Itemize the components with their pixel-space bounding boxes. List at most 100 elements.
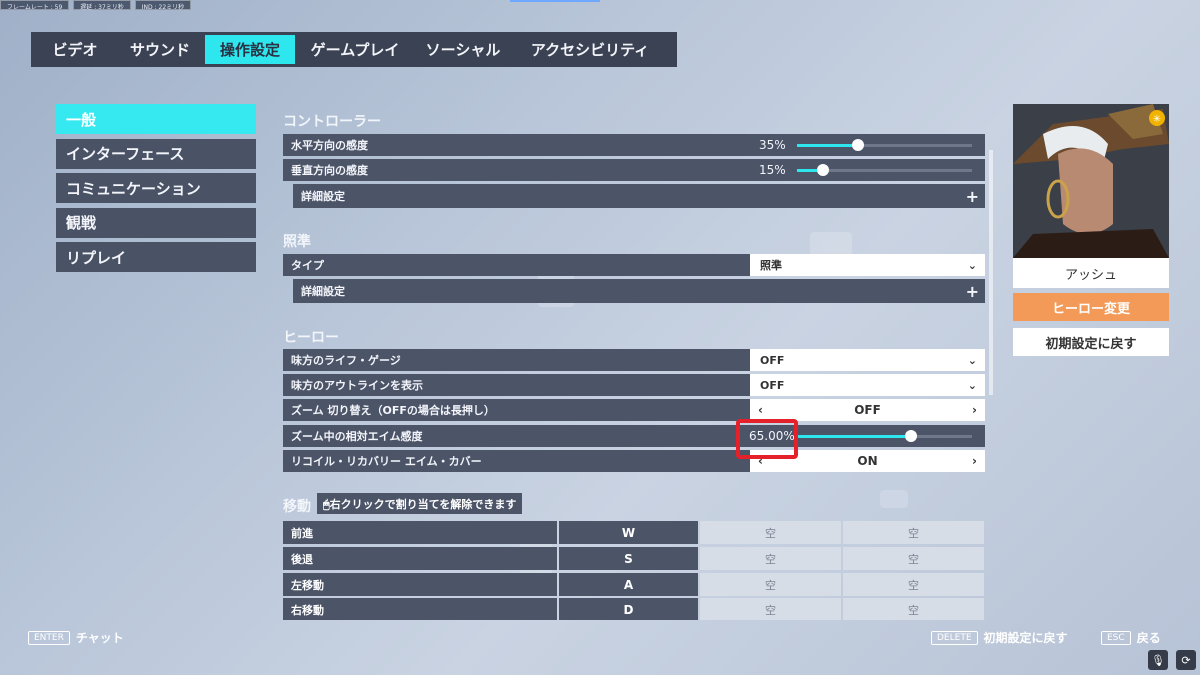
aim-type-value: 照準 [760,259,782,272]
keybind-secondary[interactable]: 空 [700,547,841,570]
zoom-sensitivity-slider[interactable] [797,430,972,442]
esc-key: ESC [1101,630,1131,645]
settings-tabs: ビデオ サウンド 操作設定 ゲームプレイ ソーシャル アクセシビリティ [31,32,677,67]
zoom-sensitivity-label: ズーム中の相対エイム感度 [291,430,423,443]
sidebar-item-general[interactable]: 一般 [56,104,256,134]
recoil-row: リコイル・リカバリー エイム・カバー ‹ ON › [283,450,985,472]
footer-chat[interactable]: ENTER チャット [28,629,124,646]
slider-knob[interactable] [904,430,917,442]
ind-readout: IND : 22ミリ秒 [134,0,192,11]
section-title-movement: 移動 [283,499,311,515]
keybind-row-left: 左移動 A 空 空 [283,573,984,596]
tab-video[interactable]: ビデオ [35,35,115,64]
chevron-right-icon[interactable]: › [972,403,977,417]
tab-gameplay[interactable]: ゲームプレイ [295,35,415,64]
chevron-left-icon[interactable]: ‹ [758,403,763,417]
keybind-label: 前進 [283,521,557,544]
keybind-primary[interactable]: A [559,573,698,596]
expand-plus-icon[interactable]: + [966,282,979,301]
footer-reset[interactable]: DELETE 初期設定に戻す [931,629,1068,646]
keybind-tertiary[interactable]: 空 [843,547,984,570]
sidebar-item-communication[interactable]: コミュニケーション [56,173,256,203]
keybind-primary[interactable]: S [559,547,698,570]
reset-defaults-button[interactable]: 初期設定に戻す [1013,328,1169,356]
section-title-controller: コントローラー [283,114,381,130]
zoom-toggle-label: ズーム 切り替え（OFFの場合は長押し） [291,404,495,417]
slider-knob[interactable] [852,139,865,151]
tab-accessibility[interactable]: アクセシビリティ [511,35,669,64]
sidebar-item-spectate[interactable]: 観戦 [56,207,256,238]
chevron-right-icon[interactable]: › [972,454,977,468]
ally-health-value: OFF [760,353,785,367]
settings-scrollbar[interactable] [989,150,993,395]
keybind-secondary[interactable]: 空 [700,598,841,620]
vertical-sensitivity-row: 垂直方向の感度 15% [283,159,985,181]
slider-knob[interactable] [817,164,830,176]
ally-health-label: 味方のライフ・ゲージ [291,354,401,367]
sidebar: 一般 インターフェース コミュニケーション 観戦 リプレイ [56,104,256,277]
zoom-sensitivity-row: ズーム中の相対エイム感度 65.00% [283,425,985,447]
chevron-down-icon: ⌄ [967,353,977,367]
zoom-toggle-selector[interactable]: ‹ OFF › [750,399,985,421]
back-label: 戻る [1136,631,1161,645]
horizontal-sensitivity-slider[interactable] [797,139,972,151]
keybind-tertiary[interactable]: 空 [843,598,984,620]
mouse-icon: 🖱 [323,498,330,511]
recoil-value: ON [857,454,878,468]
latency-readout: 遅延 : 37ミリ秒 [73,0,131,11]
chevron-down-icon: ⌄ [967,258,977,272]
keybind-primary[interactable]: W [559,521,698,544]
horizontal-sensitivity-label: 水平方向の感度 [291,139,368,152]
keybind-secondary[interactable]: 空 [700,573,841,596]
keybind-tertiary[interactable]: 空 [843,521,984,544]
section-title-aim: 照準 [283,234,311,250]
ally-health-dropdown[interactable]: OFF ⌄ [750,349,985,371]
top-indicator [510,0,600,2]
zoom-toggle-value: OFF [854,403,881,417]
tab-controls[interactable]: 操作設定 [205,35,295,64]
slider-fill [797,143,859,147]
hero-portrait: ✳ [1013,104,1169,258]
ally-outline-label: 味方のアウトラインを表示 [291,379,423,392]
keybind-label: 左移動 [283,573,557,596]
keybind-label: 後退 [283,547,557,570]
change-hero-button[interactable]: ヒーロー変更 [1013,293,1169,321]
keybind-tertiary[interactable]: 空 [843,573,984,596]
footer-back[interactable]: ESC 戻る [1101,629,1161,646]
ally-outline-dropdown[interactable]: OFF ⌄ [750,374,985,396]
refresh-icon[interactable]: ⟳ [1176,650,1196,670]
vertical-sensitivity-slider[interactable] [797,164,972,176]
ally-outline-row: 味方のアウトラインを表示 OFF ⌄ [283,374,985,396]
hero-portrait-art: ✳ [1013,104,1169,258]
aim-type-dropdown[interactable]: 照準 ⌄ [750,254,985,276]
horizontal-sensitivity-row: 水平方向の感度 35% [283,134,985,156]
hero-name: アッシュ [1013,258,1169,288]
slider-fill [797,434,911,438]
aim-advanced-label: 詳細設定 [301,285,345,298]
chat-label: チャット [75,631,124,645]
keybind-primary[interactable]: D [559,598,698,620]
ally-outline-value: OFF [760,378,785,392]
vertical-sensitivity-value: 15% [759,163,786,177]
chevron-down-icon: ⌄ [967,378,977,392]
keybind-secondary[interactable]: 空 [700,521,841,544]
sidebar-item-interface[interactable]: インターフェース [56,138,256,169]
controller-advanced-row[interactable]: 詳細設定 + [293,184,985,208]
expand-plus-icon[interactable]: + [966,187,979,206]
keybind-row-right: 右移動 D 空 空 [283,598,984,620]
recoil-label: リコイル・リカバリー エイム・カバー [291,455,482,468]
vertical-sensitivity-label: 垂直方向の感度 [291,164,368,177]
tab-sound[interactable]: サウンド [115,35,205,64]
controller-advanced-label: 詳細設定 [301,190,345,203]
tab-social[interactable]: ソーシャル [415,35,511,64]
framerate-readout: フレームレート : 59 [0,0,70,11]
microphone-icon[interactable]: 🎙 [1148,650,1168,670]
unbind-hint-text: 右クリックで割り当てを解除できます [329,498,517,511]
sidebar-item-replay[interactable]: リプレイ [56,242,256,272]
ally-health-row: 味方のライフ・ゲージ OFF ⌄ [283,349,985,371]
performance-overlay: フレームレート : 59 遅延 : 37ミリ秒 IND : 22ミリ秒 [0,0,192,11]
footer-reset-label: 初期設定に戻す [983,631,1068,645]
aim-advanced-row[interactable]: 詳細設定 + [293,279,985,303]
section-title-hero: ヒーロー [283,330,339,346]
zoom-toggle-row: ズーム 切り替え（OFFの場合は長押し） ‹ OFF › [283,399,985,421]
